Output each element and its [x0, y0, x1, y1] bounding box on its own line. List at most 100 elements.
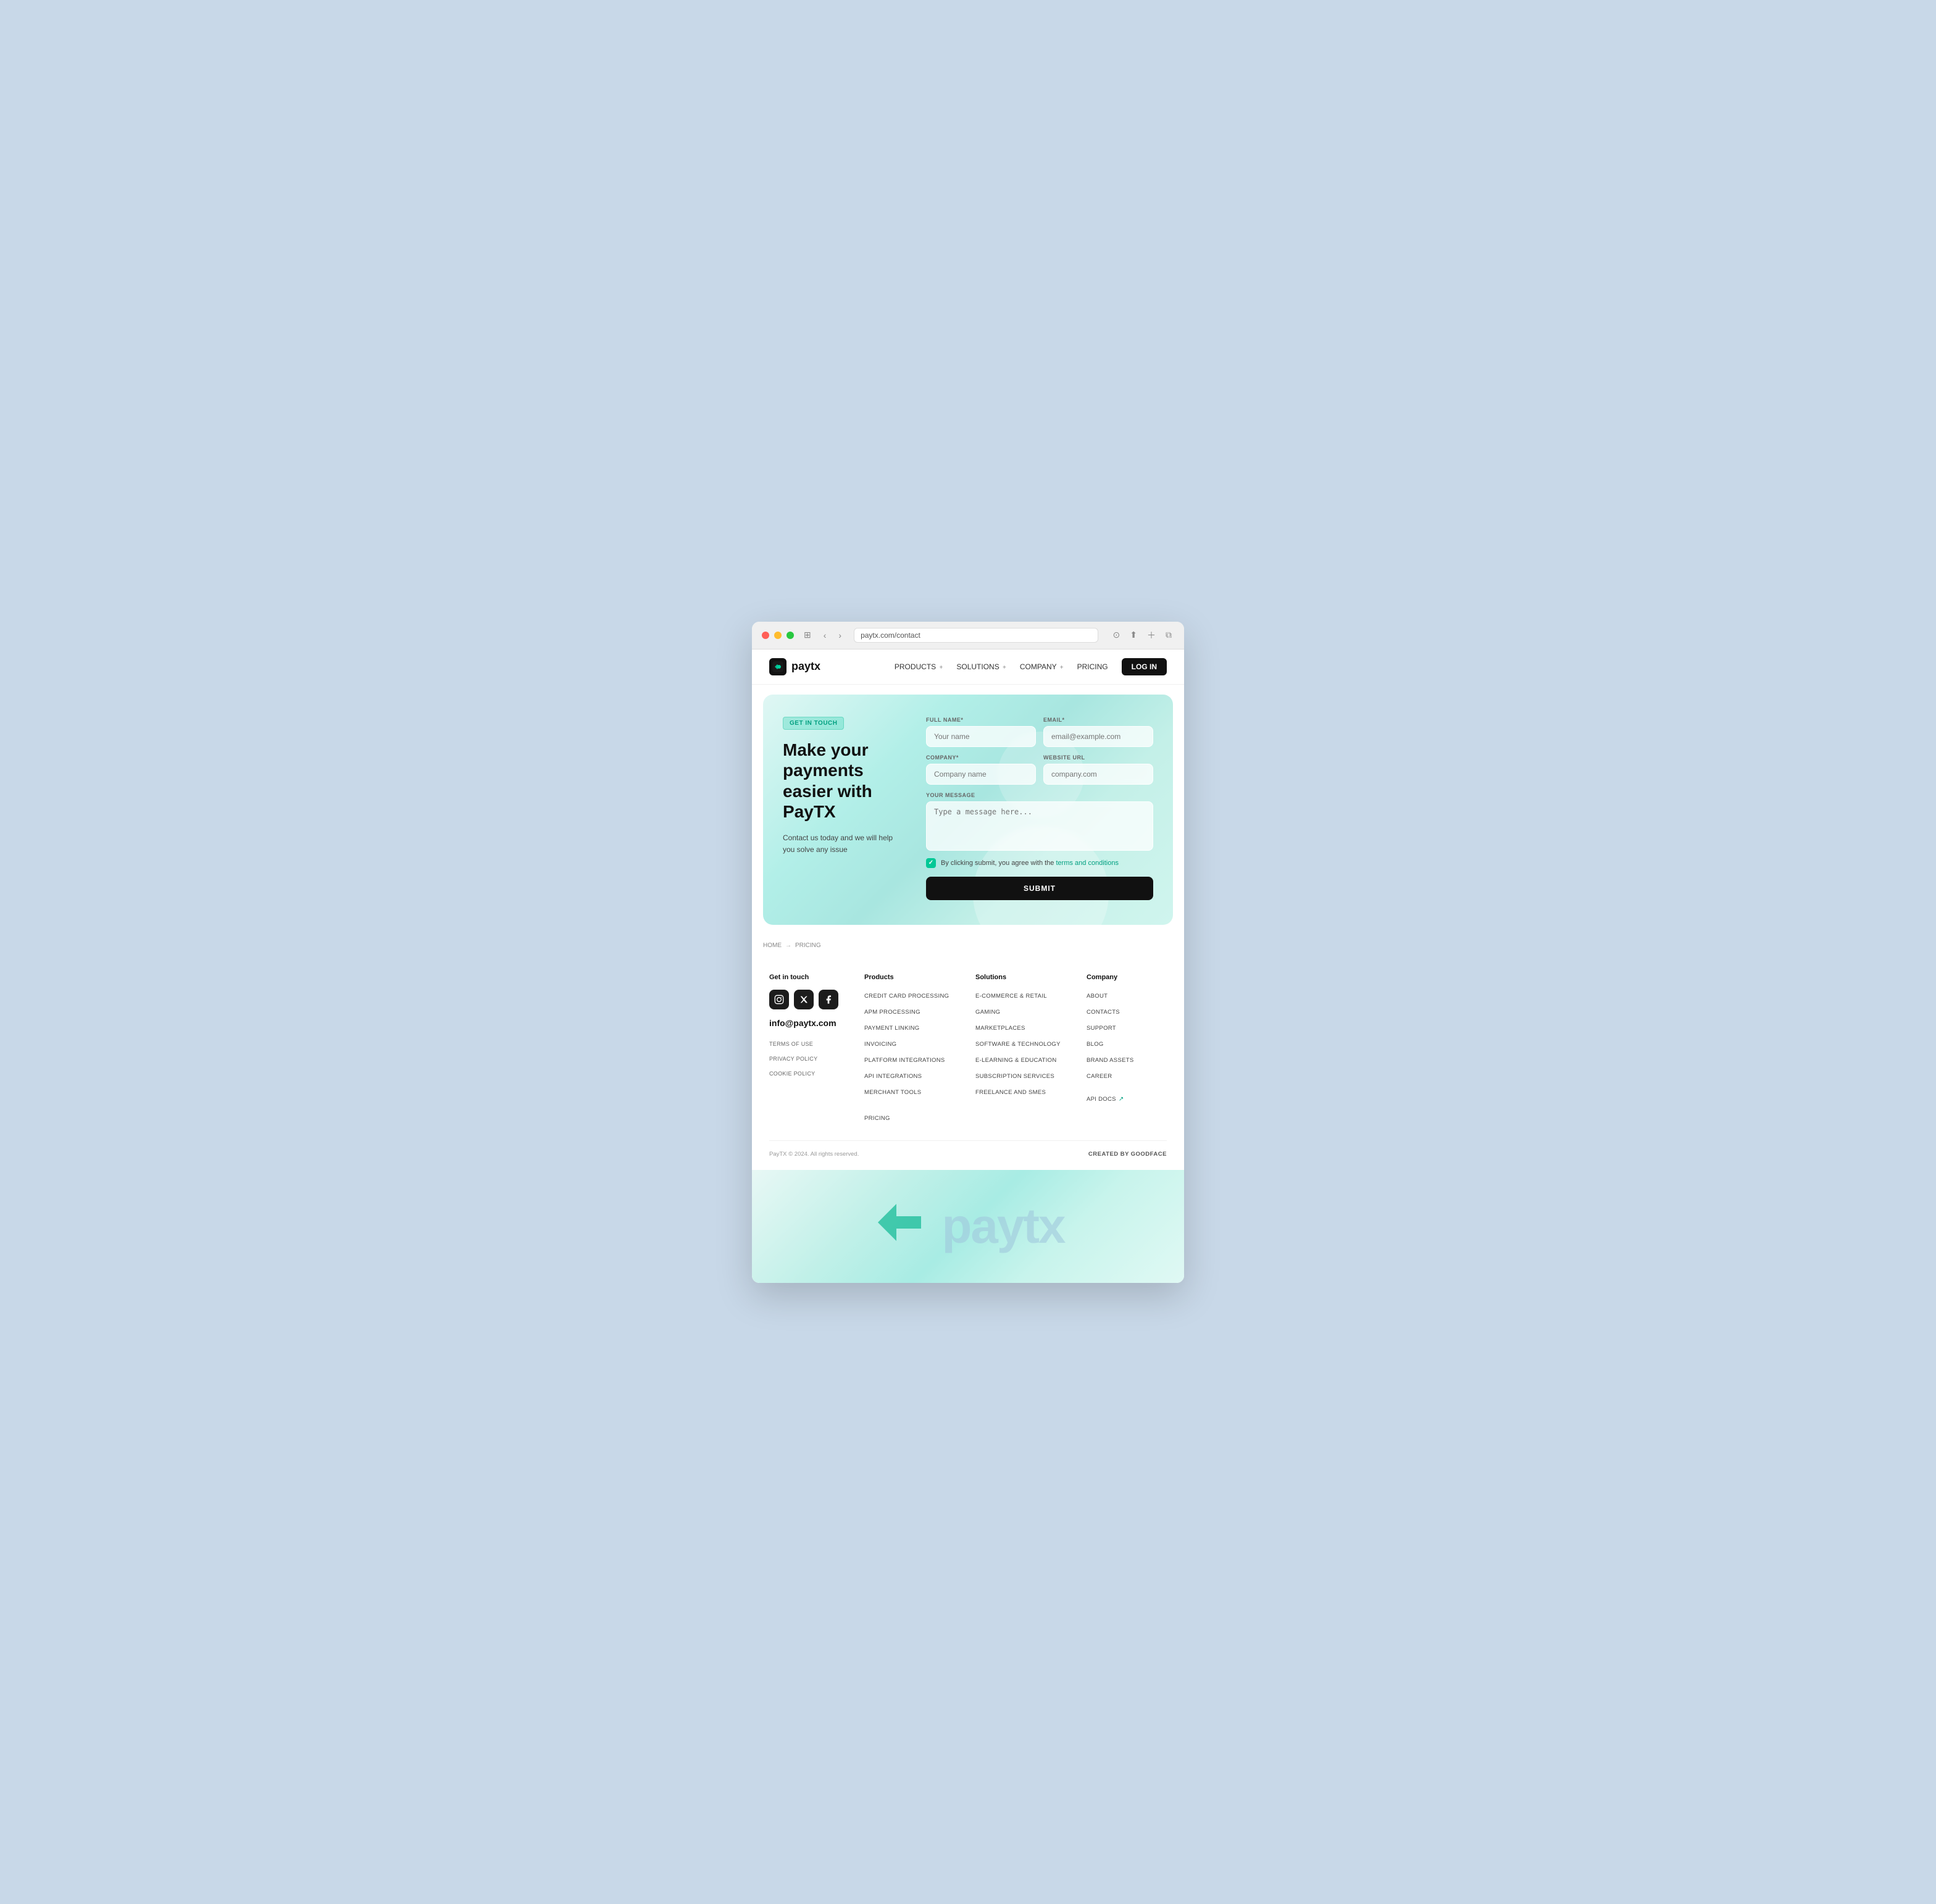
breadcrumb-separator: →	[785, 942, 791, 949]
share-button[interactable]: ⬆	[1127, 628, 1140, 643]
terms-of-use-link[interactable]: TERMS OF USE	[769, 1038, 849, 1049]
site-content: paytx PRODUCTS + SOLUTIONS + COMPANY + P…	[752, 649, 1184, 1283]
new-tab-button[interactable]: ＋	[1145, 628, 1158, 643]
footer-products-title: Products	[864, 974, 961, 981]
hero-section: GET IN TOUCH Make your payments easier w…	[763, 695, 1173, 925]
browser-window: ⊞ ‹ › ⊙ ⬆ ＋ ⧉ paytx	[752, 622, 1184, 1283]
solutions-plus: +	[1003, 664, 1006, 671]
terms-link[interactable]: terms and conditions	[1056, 859, 1119, 867]
reader-button[interactable]: ⊙	[1111, 628, 1123, 643]
form-group-message: YOUR MESSAGE	[926, 792, 1153, 851]
nav-item-pricing[interactable]: PRICING	[1077, 661, 1108, 672]
list-item[interactable]: API INTEGRATIONS	[864, 1070, 961, 1081]
list-item[interactable]: CAREER	[1087, 1070, 1167, 1081]
list-item[interactable]: SUBSCRIPTION SERVICES	[975, 1070, 1072, 1081]
terms-checkbox[interactable]	[926, 858, 936, 868]
footer-solutions-title: Solutions	[975, 974, 1072, 981]
login-button[interactable]: LOG IN	[1122, 658, 1167, 675]
list-item[interactable]: MARKETPLACES	[975, 1022, 1072, 1033]
footer-bottom: PayTX © 2024. All rights reserved. Creat…	[769, 1141, 1167, 1158]
footer-company-title: Company	[1087, 974, 1167, 981]
footer-products-links: CREDIT CARD PROCESSING APM PROCESSING PA…	[864, 990, 961, 1123]
get-in-touch-badge: GET IN TOUCH	[783, 717, 844, 730]
list-item[interactable]: CONTACTS	[1087, 1006, 1167, 1017]
hero-title: Make your payments easier with PayTX	[783, 740, 906, 822]
company-plus: +	[1060, 664, 1064, 671]
nav-links: PRODUCTS + SOLUTIONS + COMPANY + PRICING…	[895, 658, 1167, 675]
back-button[interactable]: ‹	[821, 629, 829, 641]
nav-link-pricing[interactable]: PRICING	[1077, 662, 1108, 671]
external-link-icon: ↗	[1119, 1096, 1124, 1103]
footer-contact-title: Get in touch	[769, 974, 849, 981]
nav-item-solutions[interactable]: SOLUTIONS +	[956, 661, 1006, 672]
form-group-company: COMPANY*	[926, 754, 1036, 785]
list-item[interactable]: SOFTWARE & TECHNOLOGY	[975, 1038, 1072, 1049]
list-item[interactable]: PLATFORM INTEGRATIONS	[864, 1054, 961, 1065]
message-label: YOUR MESSAGE	[926, 792, 1153, 798]
form-group-website: WEBSITE URL	[1043, 754, 1153, 785]
submit-button[interactable]: SUBMIT	[926, 877, 1153, 900]
list-item[interactable]: MERCHANT TOOLS	[864, 1086, 961, 1097]
logo-text: paytx	[791, 660, 820, 673]
privacy-policy-link[interactable]: PRIVACY POLICY	[769, 1053, 849, 1064]
cookie-policy-link[interactable]: COOKIE POLICY	[769, 1067, 849, 1079]
nav-item-company[interactable]: COMPANY +	[1020, 661, 1064, 672]
full-name-input[interactable]	[926, 726, 1036, 747]
list-item[interactable]: INVOICING	[864, 1038, 961, 1049]
footer-col-company: Company ABOUT CONTACTS SUPPORT BLOG BRAN…	[1087, 974, 1167, 1123]
twitter-icon-button[interactable]	[794, 990, 814, 1009]
tabs-button[interactable]: ⧉	[1163, 628, 1174, 643]
footer-legal-links: TERMS OF USE PRIVACY POLICY COOKIE POLIC…	[769, 1038, 849, 1079]
hero-layout: GET IN TOUCH Make your payments easier w…	[783, 717, 1153, 900]
list-item-spacer	[864, 1102, 961, 1107]
list-item[interactable]: BRAND ASSETS	[1087, 1054, 1167, 1065]
sidebar-toggle-button[interactable]: ⊞	[801, 628, 814, 641]
facebook-icon-button[interactable]	[819, 990, 838, 1009]
maximize-dot[interactable]	[786, 632, 794, 639]
breadcrumb-home[interactable]: HOME	[763, 942, 782, 949]
list-item[interactable]: APM PROCESSING	[864, 1006, 961, 1017]
footer-company-links: ABOUT CONTACTS SUPPORT BLOG BRAND ASSETS…	[1087, 990, 1167, 1103]
api-docs-link[interactable]: API DOCS ↗	[1087, 1096, 1167, 1103]
website-input[interactable]	[1043, 764, 1153, 785]
form-row-name-email: FULL NAME* EMAIL*	[926, 717, 1153, 747]
big-logo-text: paytx	[942, 1201, 1065, 1251]
nav-link-solutions[interactable]: SOLUTIONS +	[956, 662, 1006, 671]
instagram-icon-button[interactable]	[769, 990, 789, 1009]
footer: Get in touch	[752, 956, 1184, 1170]
breadcrumb-current: PRICING	[795, 942, 821, 949]
list-item[interactable]: E-LEARNING & EDUCATION	[975, 1054, 1072, 1065]
list-item[interactable]: GAMING	[975, 1006, 1072, 1017]
copyright-text: PayTX © 2024. All rights reserved.	[769, 1151, 859, 1158]
nav-item-login[interactable]: LOG IN	[1122, 658, 1167, 675]
list-item[interactable]: ABOUT	[1087, 990, 1167, 1001]
footer-email[interactable]: info@paytx.com	[769, 1018, 849, 1028]
big-logo-arrow-icon	[872, 1195, 927, 1258]
footer-grid: Get in touch	[769, 974, 1167, 1141]
company-input[interactable]	[926, 764, 1036, 785]
nav-item-products[interactable]: PRODUCTS +	[895, 661, 943, 672]
message-textarea[interactable]	[926, 801, 1153, 851]
list-item-pricing[interactable]: PRICING	[864, 1112, 961, 1123]
list-item[interactable]: E-COMMERCE & RETAIL	[975, 990, 1072, 1001]
close-dot[interactable]	[762, 632, 769, 639]
hero-left: GET IN TOUCH Make your payments easier w…	[783, 717, 906, 900]
list-item[interactable]: SUPPORT	[1087, 1022, 1167, 1033]
forward-button[interactable]: ›	[836, 629, 844, 641]
browser-actions: ⊙ ⬆ ＋ ⧉	[1108, 628, 1174, 643]
footer-credit: Created by GOODFACE	[1088, 1151, 1167, 1158]
logo[interactable]: paytx	[769, 658, 820, 675]
minimize-dot[interactable]	[774, 632, 782, 639]
nav-link-products[interactable]: PRODUCTS +	[895, 662, 943, 671]
list-item[interactable]: CREDIT CARD PROCESSING	[864, 990, 961, 1001]
list-item[interactable]: PAYMENT LINKING	[864, 1022, 961, 1033]
list-item[interactable]: FREELANCE AND SMES	[975, 1086, 1072, 1097]
social-icons	[769, 990, 849, 1009]
list-item[interactable]: BLOG	[1087, 1038, 1167, 1049]
address-bar[interactable]	[854, 628, 1098, 643]
checkbox-row: By clicking submit, you agree with the t…	[926, 858, 1153, 868]
email-input[interactable]	[1043, 726, 1153, 747]
hero-subtitle: Contact us today and we will help you so…	[783, 832, 906, 856]
company-label: COMPANY*	[926, 754, 1036, 761]
nav-link-company[interactable]: COMPANY +	[1020, 662, 1064, 671]
